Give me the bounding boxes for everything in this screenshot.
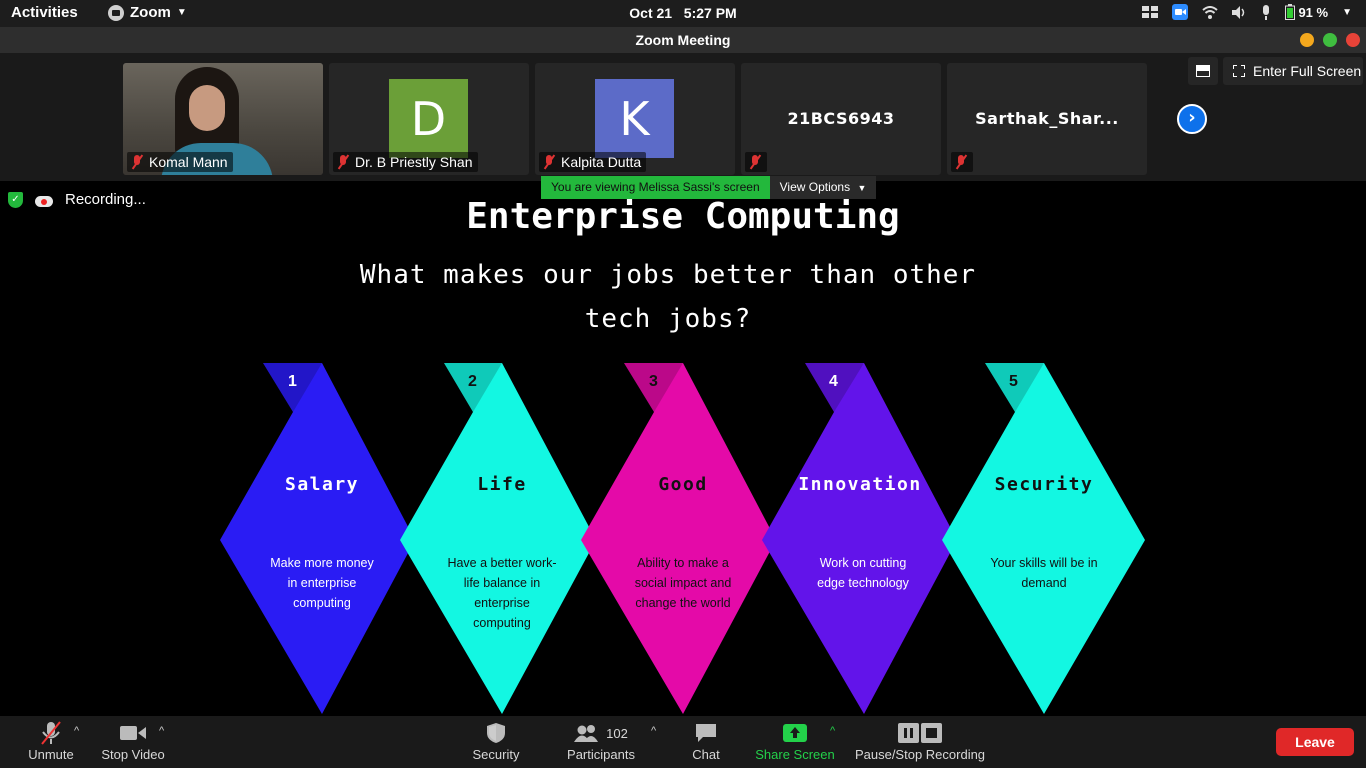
diamond-description: Your skills will be in demand — [990, 556, 1098, 590]
chevron-up-icon[interactable]: ^ — [74, 725, 79, 737]
security-shield-icon[interactable]: ✓ — [8, 191, 23, 208]
security-button[interactable]: Security — [466, 716, 526, 768]
chat-label: Chat — [692, 747, 720, 762]
view-options-label: View Options — [779, 180, 851, 194]
chevron-up-icon[interactable]: ^ — [159, 725, 164, 737]
participant-count: 102 — [606, 725, 628, 741]
diamond-number: 3 — [649, 373, 658, 390]
share-screen-icon — [783, 721, 807, 745]
shield-icon — [486, 721, 506, 745]
diamond-number: 5 — [1009, 373, 1018, 390]
pause-stop-recording-button[interactable]: Pause/Stop Recording — [852, 716, 988, 768]
recording-control-label: Pause/Stop Recording — [854, 747, 986, 762]
diamond-number: 2 — [468, 373, 477, 390]
diamond-title: Good — [658, 474, 708, 495]
stop-video-button[interactable]: Stop Video — [98, 716, 168, 768]
leave-button[interactable]: Leave — [1276, 728, 1354, 756]
share-screen-button[interactable]: Share Screen — [752, 716, 838, 768]
muted-mic-icon — [40, 721, 62, 745]
chat-button[interactable]: Chat — [686, 716, 726, 768]
pause-stop-icon — [898, 721, 942, 745]
diamond-shape-4 — [762, 363, 957, 714]
diamond-shapes — [220, 363, 1145, 714]
meeting-toolbar: Unmute ^ Stop Video ^ Security 102 Parti… — [0, 716, 1366, 768]
unmute-label: Unmute — [28, 747, 74, 762]
diamond-description: Work on cutting edge technology — [817, 556, 909, 590]
view-options-button[interactable]: View Options ▼ — [769, 176, 877, 199]
video-camera-icon — [120, 721, 146, 745]
cloud-recording-icon — [35, 193, 53, 207]
diamond-number: 1 — [288, 373, 297, 390]
chevron-up-icon[interactable]: ^ — [651, 725, 656, 737]
chevron-down-icon: ▼ — [857, 183, 867, 193]
diamond-shape-1 — [220, 363, 415, 714]
chat-icon — [695, 721, 717, 745]
participants-icon: 102 — [574, 721, 628, 745]
diamond-title: Innovation — [798, 474, 922, 495]
diamond-description: Make more money in enterprise computing — [270, 556, 374, 610]
security-label: Security — [472, 747, 520, 762]
view-options-bar: You are viewing Melissa Sassi's screen V… — [541, 176, 877, 199]
stop-video-label: Stop Video — [101, 747, 165, 762]
diamond-shape-3 — [581, 363, 776, 714]
diamond-shape-5 — [942, 363, 1145, 714]
viewing-notice: You are viewing Melissa Sassi's screen — [541, 176, 770, 199]
diamond-title: Life — [477, 474, 527, 495]
recording-indicator: ✓ Recording... — [8, 191, 146, 208]
unmute-button[interactable]: Unmute — [22, 716, 80, 768]
diamond-title: Salary — [284, 474, 360, 495]
diamond-title: Security — [994, 474, 1094, 495]
diamond-shape-2 — [400, 363, 596, 714]
share-screen-label: Share Screen — [755, 747, 835, 762]
diamond-description: Ability to make a social impact and chan… — [634, 556, 732, 610]
participants-button[interactable]: 102 Participants — [562, 716, 640, 768]
diamond-description: Have a better work-life balance in enter… — [447, 556, 557, 630]
chevron-up-icon[interactable]: ^ — [830, 725, 835, 737]
participants-label: Participants — [567, 747, 635, 762]
recording-label: Recording... — [65, 191, 146, 208]
diamond-number: 4 — [829, 373, 838, 390]
